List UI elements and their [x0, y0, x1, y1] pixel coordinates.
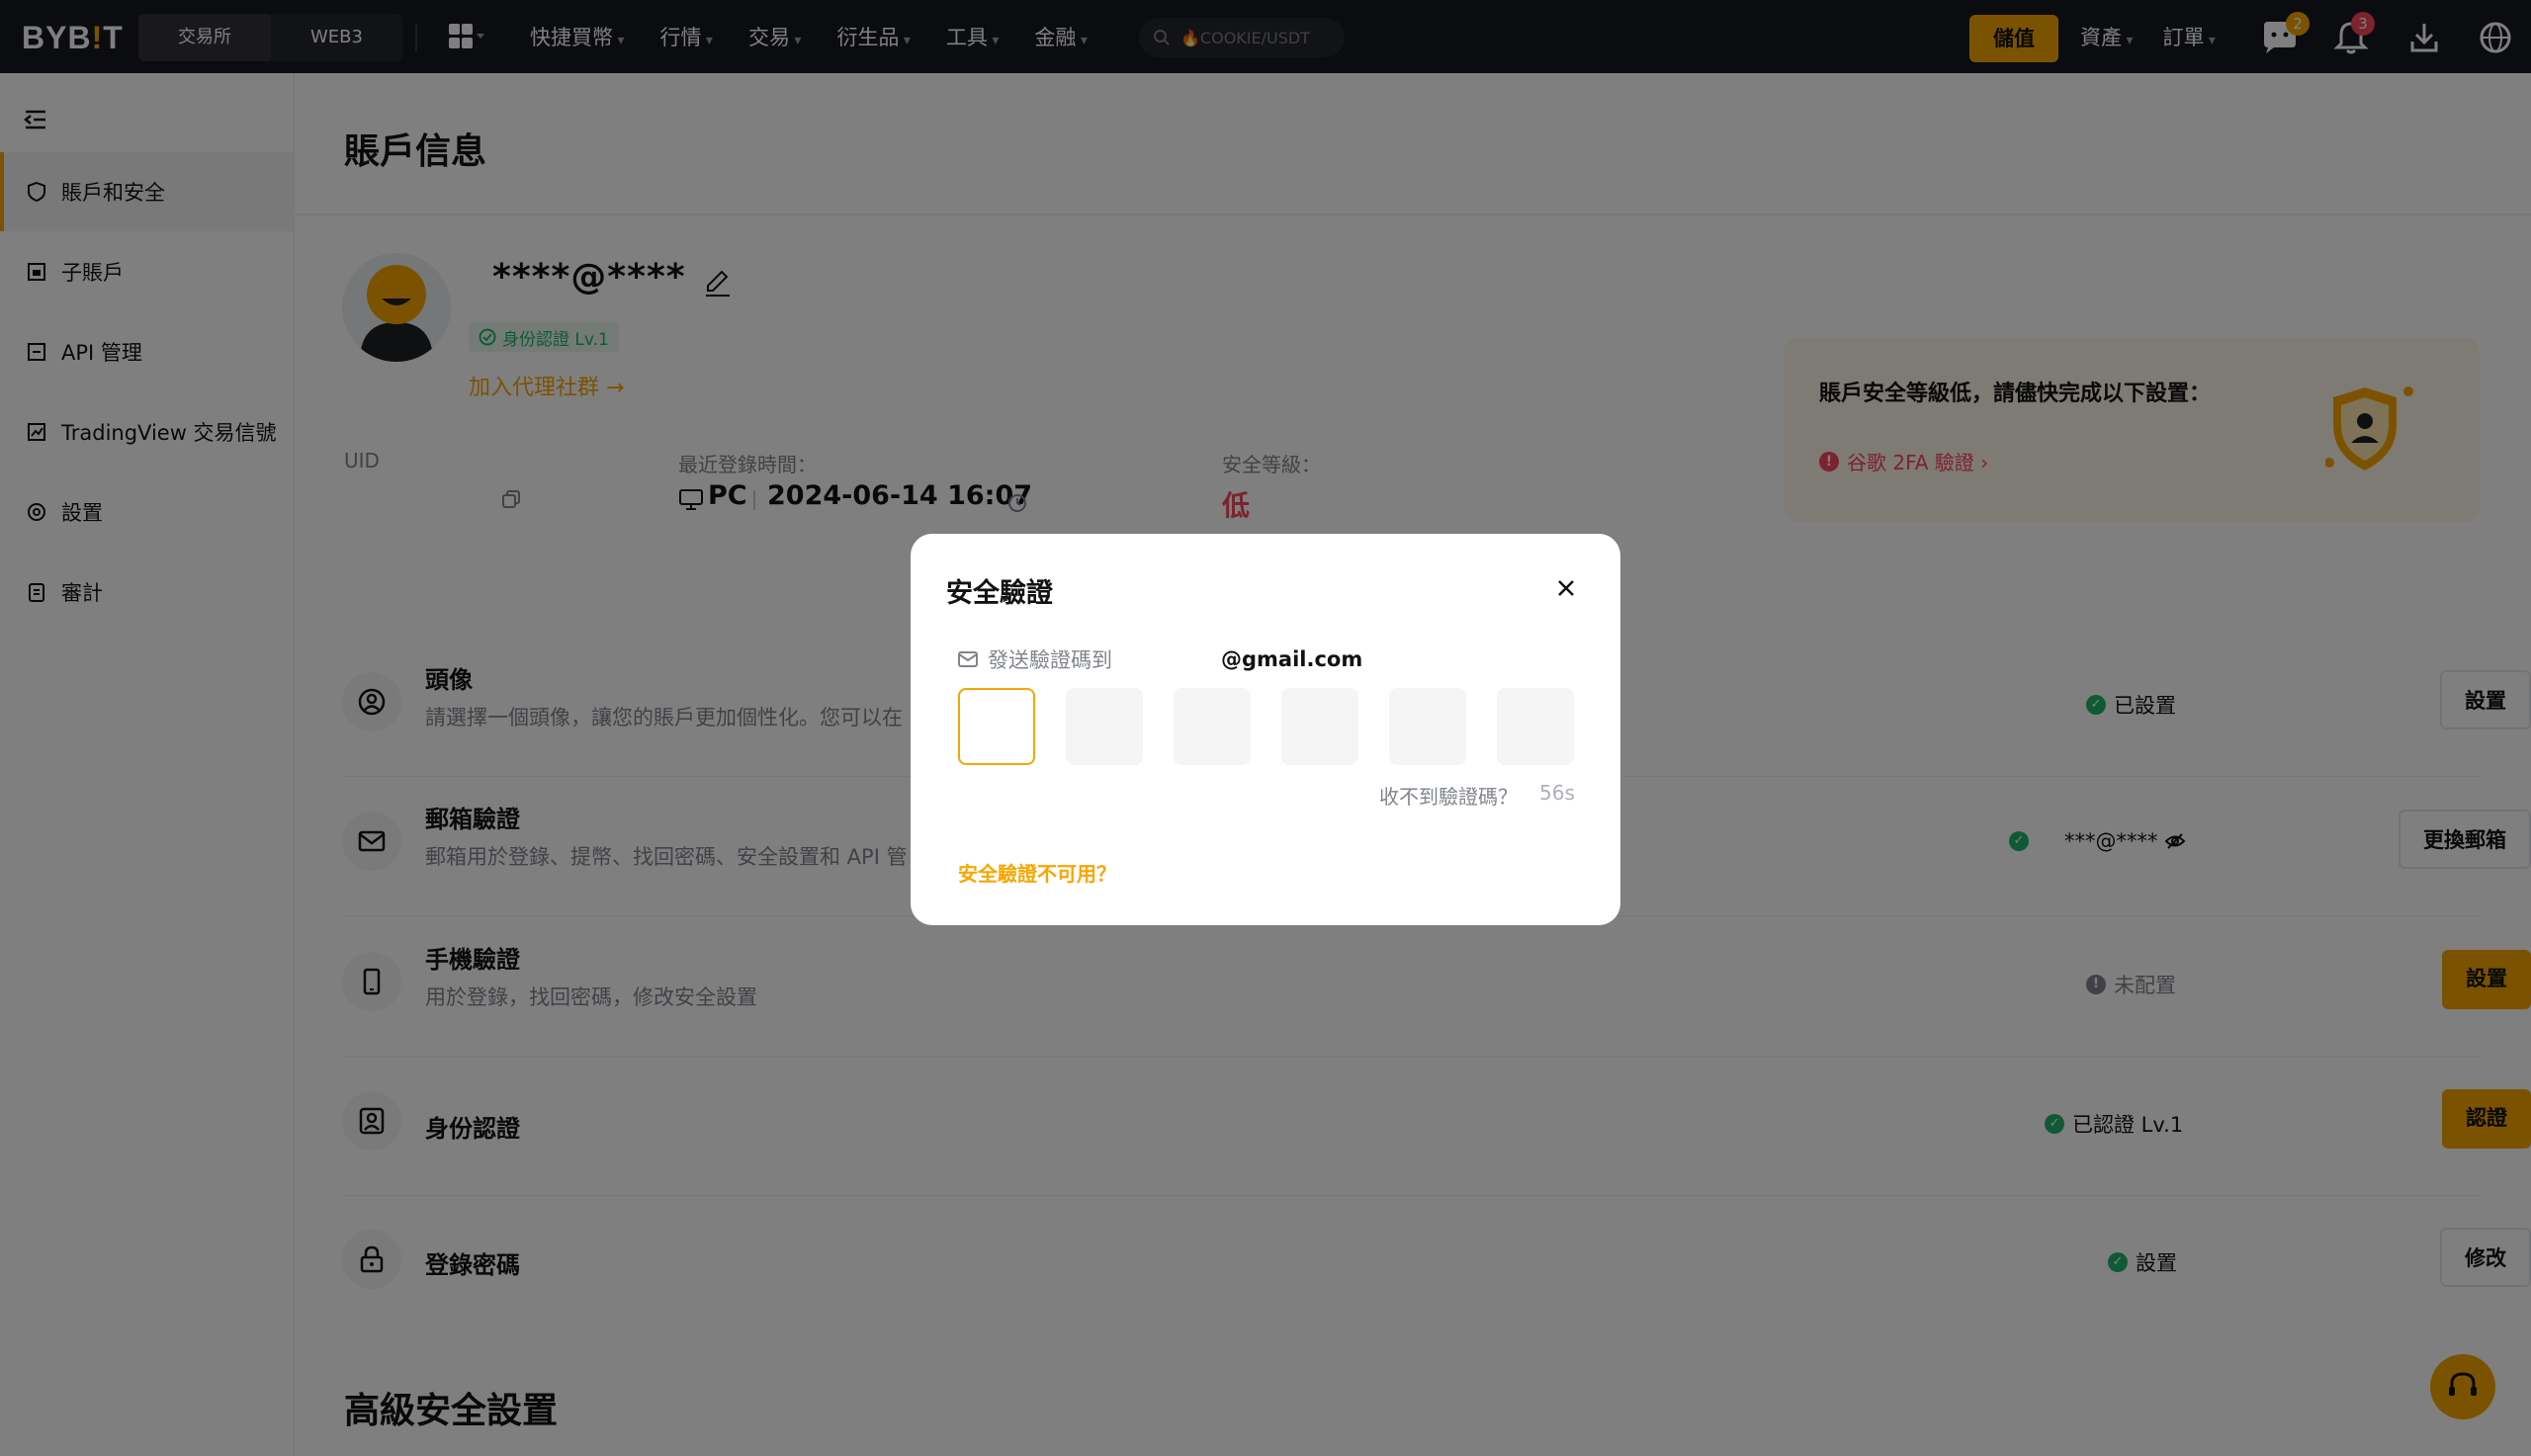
close-icon[interactable]	[1551, 573, 1581, 603]
code-digit-3[interactable]	[1174, 688, 1251, 765]
resend-countdown: 56s	[1539, 781, 1575, 805]
code-digit-5[interactable]	[1389, 688, 1466, 765]
code-digit-6[interactable]	[1497, 688, 1574, 765]
verification-unavailable-link[interactable]: 安全驗證不可用？	[958, 858, 1116, 887]
send-code-email: @gmail.com	[1221, 647, 1363, 671]
send-code-info: 發送驗證碼到 @gmail.com	[958, 644, 1362, 674]
code-digit-2[interactable]	[1066, 688, 1143, 765]
verification-code-input	[958, 688, 1605, 765]
security-verification-modal: 安全驗證 發送驗證碼到 @gmail.com 收不到驗證碼？ 56s 安全驗證不…	[911, 534, 1620, 925]
send-code-label: 發送驗證碼到	[988, 648, 1112, 672]
mail-icon	[958, 651, 978, 667]
code-digit-4[interactable]	[1281, 688, 1358, 765]
resend-code-link[interactable]: 收不到驗證碼？	[1379, 781, 1518, 810]
modal-title: 安全驗證	[946, 578, 1053, 609]
code-digit-1[interactable]	[958, 688, 1035, 765]
